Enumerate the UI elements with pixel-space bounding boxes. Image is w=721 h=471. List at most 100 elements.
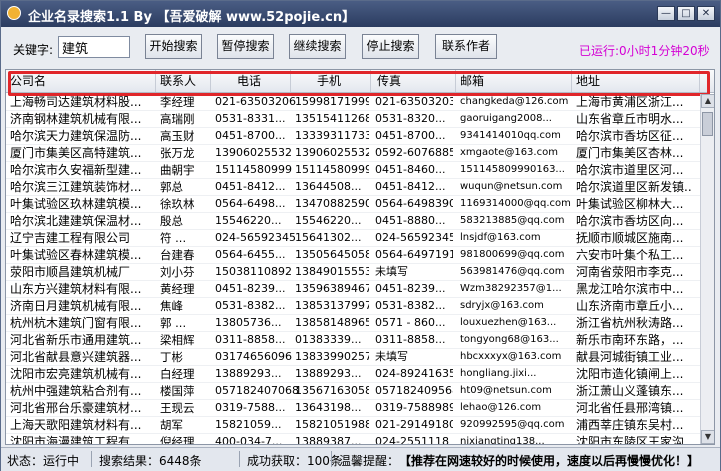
app-icon [7, 6, 21, 20]
cell-contact: 曲朝宇 [160, 163, 195, 177]
cell-mobile: 13505645058 [295, 248, 369, 261]
cell-email: louxuezhen@163... [460, 317, 557, 328]
table-row[interactable]: 沈阳市宏亮建筑机械有... 白经理 13889293... 13889293... 02… [6, 366, 714, 383]
column-header-email[interactable]: 邮箱 [456, 70, 572, 92]
table-row[interactable]: 辽宁吉建工程有限公司符 ... 024-56592345 15641302... 02… [6, 230, 714, 247]
scroll-thumb[interactable] [702, 112, 713, 136]
table-row[interactable]: 厦门市集美区高特建筑... 张万龙 13906025532 13906025532 05… [6, 145, 714, 162]
scroll-up-arrow-icon[interactable]: ▲ [701, 94, 714, 108]
table-row[interactable]: 哈尔滨北建建筑保温材... 殷总 15546220... 15546220... 045… [6, 213, 714, 230]
cell-contact: 白经理 [160, 367, 195, 381]
table-body: 上海畅司达建筑材料股... 李经理 021-63503206 15998171999 0… [6, 94, 714, 445]
cell-fax: 0451-8700... [375, 129, 446, 142]
pause-search-button[interactable]: 暂停搜索 [217, 34, 274, 59]
cell-company: 河北省新乐市通用建筑... [10, 333, 142, 347]
stop-search-button[interactable]: 停止搜索 [362, 34, 419, 59]
cell-email: 563981476@qq.com [460, 266, 565, 277]
cell-email: wuqun@netsun.com [460, 181, 563, 192]
cell-contact: 徐玖林 [160, 197, 195, 211]
cell-email: 583213885@qq.com [460, 215, 565, 226]
cell-mobile: 13515411268 [295, 112, 369, 125]
cell-email: 920992595@qq.com [460, 419, 565, 430]
column-header-fax[interactable]: 传真 [371, 70, 456, 92]
cell-contact: 楼国萍 [160, 384, 195, 398]
cell-contact: 刘小芬 [160, 265, 195, 279]
cell-email: Wzm38292357@1... [460, 283, 562, 294]
cell-email: 151145809990163... [460, 164, 565, 175]
cell-email: lnsjdf@163.com [460, 232, 541, 243]
cell-phone: 0451-8239... [215, 282, 286, 295]
table-row[interactable]: 河北省邢台乐豪建筑材... 王现云 0319-7588... 13643198... 0… [6, 400, 714, 417]
column-header-contact[interactable]: 联系人 [156, 70, 211, 92]
cell-phone: 15821059... [215, 418, 282, 431]
table-row[interactable]: 河北省献县意兴建筑器... 丁彬 03174656096 13833990257 未填写… [6, 349, 714, 366]
cell-company: 辽宁吉建工程有限公司 [10, 231, 131, 245]
cell-company: 沈阳市宏亮建筑机械有... [10, 367, 142, 381]
cell-fax: 0564-6498390 [375, 197, 453, 210]
table-row[interactable]: 济南日月建筑机械有限... 焦峰 0531-8382... 13853137997 05… [6, 298, 714, 315]
table-row[interactable]: 河北省新乐市通用建筑... 梁相辉 0311-8858... 01383339... 0… [6, 332, 714, 349]
cell-phone: 0311-8858... [215, 333, 286, 346]
cell-phone: 13906025532 [215, 146, 292, 159]
cell-address: 六安市叶集个私工... [576, 248, 684, 262]
cell-fax: 0564-6497191 [375, 248, 453, 261]
cell-mobile: 13833990257 [295, 350, 369, 363]
minimize-button[interactable]: — [657, 6, 675, 21]
table-row[interactable]: 沈阳市海漫建筑工程有... 倪经理 400-034-7... 13889387... 0… [6, 434, 714, 445]
contact-author-button[interactable]: 联系作者 [435, 34, 497, 59]
maximize-button[interactable]: □ [677, 6, 695, 21]
cell-company: 沈阳市海漫建筑工程有... [10, 435, 142, 445]
table-row[interactable]: 叶集试验区春林建筑模... 台建春 0564-6455... 13505645058 0… [6, 247, 714, 264]
cell-mobile: 01383339... [295, 333, 362, 346]
cell-phone: 15038110892 [215, 265, 292, 278]
cell-contact: 符 ... [160, 231, 187, 245]
cell-email: nixiangting138... [460, 436, 545, 445]
table-row[interactable]: 杭州中强建筑粘合剂有... 楼国萍 057182407068 13567163058 0… [6, 383, 714, 400]
close-button[interactable]: ✕ [697, 6, 715, 21]
app-window: 企业名录搜索1.1 By 【吾爱破解 www.52pojie.cn】 — □ ✕… [0, 0, 721, 471]
table-row[interactable]: 叶集试验区玖林建筑模... 徐玖林 0564-6498... 13470882590 0… [6, 196, 714, 213]
cell-fax: 未填写 [375, 265, 408, 278]
table-row[interactable]: 上海天歌阳建筑材料有... 胡军 15821059... 15821051988 021… [6, 417, 714, 434]
table-row[interactable]: 荥阳市顺昌建筑机械厂 刘小芬 15038110892 13849015553 未填写 56… [6, 264, 714, 281]
cell-address: 哈尔滨市香坊区征... [576, 129, 684, 143]
table-row[interactable]: 哈尔滨三江建筑装饰材... 郭总 0451-8412... 13644508... 04… [6, 179, 714, 196]
table-row[interactable]: 杭州杭木建筑门窗有限... 郭 ... 13805736... 13858148965… [6, 315, 714, 332]
continue-search-button[interactable]: 继续搜索 [289, 34, 346, 59]
cell-contact: 黄经理 [160, 282, 195, 296]
cell-mobile: 15641302... [295, 231, 362, 244]
cell-fax: 0451-8412... [375, 180, 446, 193]
cell-mobile: 13643198... [295, 401, 362, 414]
vertical-scrollbar[interactable]: ▲ ▼ [700, 94, 714, 444]
cell-phone: 0564-6455... [215, 248, 286, 261]
cell-fax: 0571 - 860... [375, 316, 446, 329]
status-divider [239, 451, 240, 467]
cell-phone: 024-56592345 [215, 231, 296, 244]
column-header-address[interactable]: 地址 [572, 70, 700, 92]
table-row[interactable]: 哈尔滨市久安福新型建... 曲朝宇 15114580999 15114580999 04… [6, 162, 714, 179]
table-row[interactable]: 哈尔滨天力建筑保温防... 高玉财 0451-8700... 13339311733 0… [6, 128, 714, 145]
column-header-mobile[interactable]: 手机 [291, 70, 371, 92]
start-search-button[interactable]: 开始搜索 [145, 34, 202, 59]
cell-address: 山东济南市章丘小... [576, 299, 684, 313]
cell-address: 浦西莘庄镇东吴村... [576, 418, 684, 432]
table-row[interactable]: 济南钢林建筑机械有限... 高瑞刚 0531-8331... 13515411268 0… [6, 111, 714, 128]
keyword-input[interactable] [58, 36, 130, 58]
cell-company: 哈尔滨天力建筑保温防... [10, 129, 142, 143]
cell-fax: 0311-8858... [375, 333, 446, 346]
cell-company: 杭州杭木建筑门窗有限... [10, 316, 142, 330]
results-table[interactable]: 公司名 联系人 电话 手机 传真 邮箱 地址 上海畅司达建筑材料股... 李经理 0… [5, 69, 715, 445]
cell-address: 山东省章丘市明水... [576, 112, 684, 126]
column-header-company[interactable]: 公司名 [6, 70, 156, 92]
cell-address: 新乐市南环东路，... [576, 333, 684, 347]
cell-address: 哈尔滨道里区新发镇... [576, 180, 692, 194]
cell-address: 厦门市集美区杏林... [576, 146, 684, 160]
cell-email: sdryjx@163.com [460, 300, 544, 311]
column-header-phone[interactable]: 电话 [211, 70, 291, 92]
cell-mobile: 13849015553 [295, 265, 369, 278]
scroll-down-arrow-icon[interactable]: ▼ [701, 430, 714, 444]
table-row[interactable]: 山东方兴建筑材料有限... 黄经理 0451-8239... 13596389467 0… [6, 281, 714, 298]
cell-mobile: 13339311733 [295, 129, 369, 142]
table-row[interactable]: 上海畅司达建筑材料股... 李经理 021-63503206 15998171999 0… [6, 94, 714, 111]
cell-mobile: 13470882590 [295, 197, 369, 210]
